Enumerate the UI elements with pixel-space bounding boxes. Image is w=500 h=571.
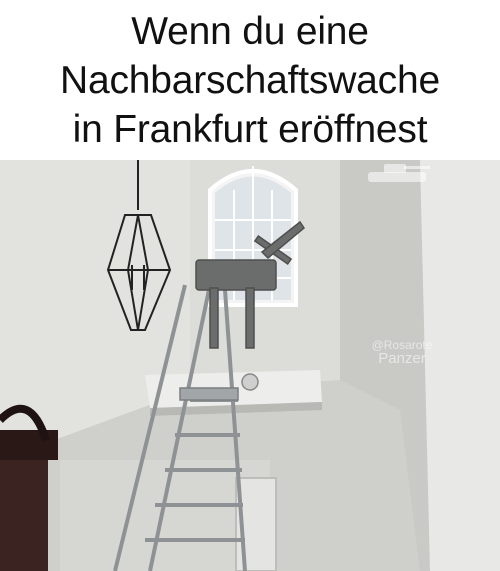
caption-line-1: Wenn du eine [131, 9, 369, 53]
stairwell-photo: @Rosarote Panzer [0, 160, 500, 571]
caption-line-3: in Frankfurt eröffnest [72, 107, 428, 151]
meme-image: Wenn du eine Nachbarschaftswache in Fran… [0, 0, 500, 571]
caption-line-2: Nachbarschaftswache [60, 58, 440, 102]
watermark-name: Panzer [378, 350, 426, 367]
watermark: @Rosarote Panzer [342, 338, 462, 366]
meme-caption: Wenn du eine Nachbarschaftswache in Fran… [0, 0, 500, 160]
